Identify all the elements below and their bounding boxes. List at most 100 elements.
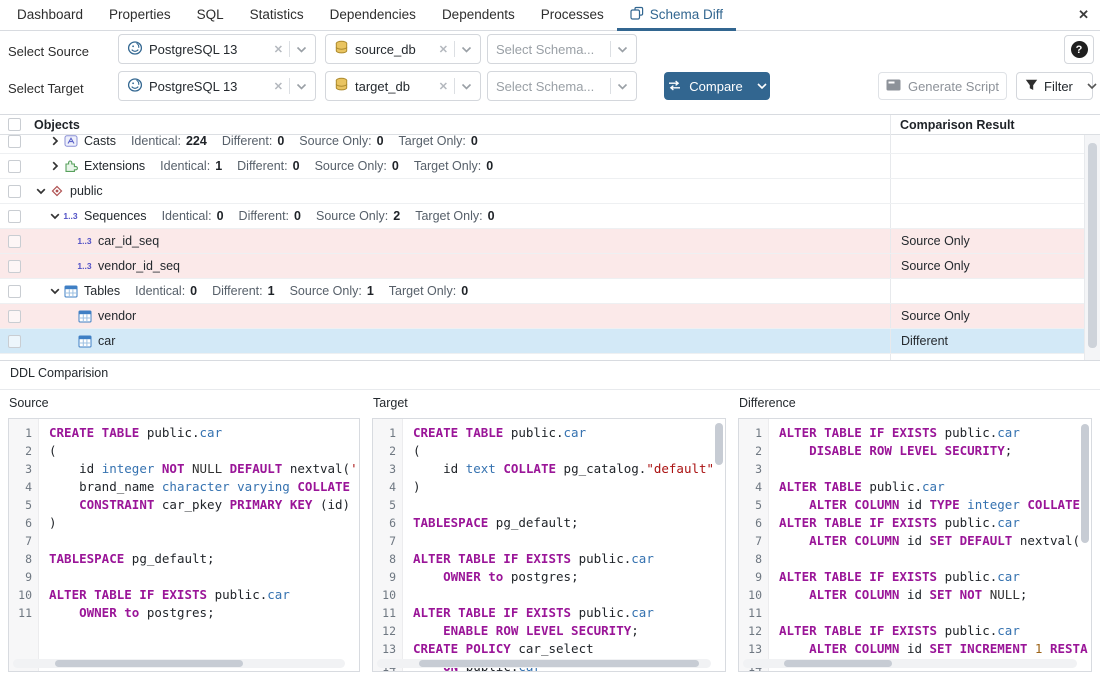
source-ddl-editor[interactable]: 1234567891011CREATE TABLE public.car( id…	[8, 418, 360, 672]
chevron-down-icon[interactable]	[461, 83, 472, 90]
code-line	[779, 460, 1091, 478]
collapse-arrow-icon[interactable]	[48, 288, 62, 295]
divider	[610, 41, 611, 57]
tab-properties[interactable]: Properties	[96, 0, 184, 31]
row-checkbox[interactable]	[8, 335, 21, 348]
row-checkbox[interactable]	[8, 210, 21, 223]
tab-dependents[interactable]: Dependents	[429, 0, 528, 31]
vertical-scrollbar[interactable]	[715, 421, 723, 657]
tab-sql[interactable]: SQL	[184, 0, 237, 31]
chevron-down-icon[interactable]	[1087, 83, 1097, 89]
object-row-tables[interactable]: TablesIdentical:0Different:1Source Only:…	[0, 279, 1084, 304]
object-row-public[interactable]: public	[0, 179, 1084, 204]
select-all-checkbox[interactable]	[8, 118, 21, 131]
comparison-result-column-header: Comparison Result	[900, 118, 1015, 132]
vertical-scrollbar[interactable]	[1081, 421, 1089, 657]
row-checkbox-cell	[0, 229, 28, 253]
compare-arrows-icon	[667, 79, 682, 94]
expand-arrow-icon[interactable]	[48, 161, 62, 171]
tab-dependencies[interactable]: Dependencies	[317, 0, 429, 31]
chevron-down-icon[interactable]	[461, 46, 472, 53]
row-objects-cell: 1..3vendor_id_seq	[28, 254, 890, 278]
expand-arrow-icon[interactable]	[48, 136, 62, 146]
horizontal-scrollbar[interactable]	[377, 659, 711, 668]
code-line: ALTER TABLE IF EXISTS public.car	[413, 550, 725, 568]
target-schema-select[interactable]: Select Schema...	[487, 71, 637, 101]
vertical-scrollbar-thumb[interactable]	[715, 423, 723, 465]
source-server-select[interactable]: PostgreSQL 13 ✕	[118, 34, 316, 64]
horizontal-scrollbar-thumb[interactable]	[419, 660, 699, 667]
object-row-vendor_id_seq[interactable]: 1..3vendor_id_seqSource Only	[0, 254, 1084, 279]
chevron-down-icon[interactable]	[757, 83, 767, 89]
close-panel-icon[interactable]: ✕	[1078, 7, 1089, 23]
object-row-car[interactable]: car Different	[0, 329, 1084, 354]
row-checkbox[interactable]	[8, 285, 21, 298]
horizontal-scrollbar[interactable]	[13, 659, 345, 668]
code-line	[413, 532, 725, 550]
ddl-comparison-title: DDL Comparision	[10, 366, 108, 380]
object-label: car	[98, 334, 115, 348]
object-label: public	[70, 184, 103, 198]
code-line	[49, 568, 359, 586]
source-schema-select[interactable]: Select Schema...	[487, 34, 637, 64]
count-label: Identical:	[162, 209, 212, 223]
code-line: ALTER COLUMN id SET INCREMENT 1 RESTA	[779, 640, 1091, 658]
row-checkbox[interactable]	[8, 260, 21, 273]
row-result-cell: Different	[890, 329, 1084, 353]
clear-target-database-icon[interactable]: ✕	[439, 80, 448, 93]
vertical-scrollbar-thumb[interactable]	[1081, 424, 1089, 543]
target-database-select[interactable]: target_db ✕	[325, 71, 481, 101]
help-button[interactable]: ?	[1064, 35, 1094, 64]
compare-button[interactable]: Compare	[664, 72, 770, 100]
clear-source-server-icon[interactable]: ✕	[274, 43, 283, 56]
difference-ddl-editor[interactable]: 1234567891011121314ALTER TABLE IF EXISTS…	[738, 418, 1092, 672]
row-checkbox[interactable]	[8, 235, 21, 248]
line-number-gutter: 1234567891011	[9, 419, 39, 671]
divider	[289, 41, 290, 57]
generate-script-button[interactable]: Generate Script	[878, 72, 1007, 100]
code-line: (	[413, 442, 725, 460]
horizontal-scrollbar[interactable]	[743, 659, 1077, 668]
code-line: ALTER TABLE IF EXISTS public.car	[779, 568, 1091, 586]
target-server-select[interactable]: PostgreSQL 13 ✕	[118, 71, 316, 101]
collapse-arrow-icon[interactable]	[34, 188, 48, 195]
tab-label: Dashboard	[17, 7, 83, 22]
object-row-vendor[interactable]: vendorSource Only	[0, 304, 1084, 329]
object-label: Sequences	[84, 209, 147, 223]
object-row-sequences[interactable]: 1..3SequencesIdentical:0Different:0Sourc…	[0, 204, 1084, 229]
object-row-car_id_seq[interactable]: 1..3car_id_seqSource Only	[0, 229, 1084, 254]
target-database-value: target_db	[355, 79, 410, 94]
filter-button[interactable]: Filter	[1016, 72, 1093, 100]
chevron-down-icon[interactable]	[617, 83, 628, 90]
object-row-casts[interactable]: CastsIdentical:224Different:0Source Only…	[0, 135, 1084, 154]
collapse-arrow-icon[interactable]	[48, 213, 62, 220]
comparison-results-grid: Objects Comparison Result CastsIdentical…	[0, 114, 1100, 361]
tab-statistics[interactable]: Statistics	[237, 0, 317, 31]
tab-processes[interactable]: Processes	[528, 0, 617, 31]
grid-scrollbar-thumb[interactable]	[1088, 143, 1097, 348]
row-checkbox[interactable]	[8, 160, 21, 173]
chevron-down-icon[interactable]	[296, 46, 307, 53]
target-ddl-editor[interactable]: 1234567891011121314CREATE TABLE public.c…	[372, 418, 726, 672]
source-database-select[interactable]: source_db ✕	[325, 34, 481, 64]
clear-source-database-icon[interactable]: ✕	[439, 43, 448, 56]
clear-target-server-icon[interactable]: ✕	[274, 80, 283, 93]
tab-schema-diff[interactable]: Schema Diff	[617, 0, 736, 31]
horizontal-scrollbar-thumb[interactable]	[55, 660, 243, 667]
row-result-cell	[890, 154, 1084, 178]
row-checkbox[interactable]	[8, 135, 21, 148]
horizontal-scrollbar-thumb[interactable]	[784, 660, 892, 667]
filter-funnel-icon	[1025, 79, 1038, 94]
code-line: )	[49, 514, 359, 532]
chevron-down-icon[interactable]	[617, 46, 628, 53]
object-label: vendor	[98, 309, 136, 323]
count-label: Source Only:	[290, 284, 362, 298]
grid-vertical-scrollbar[interactable]	[1084, 135, 1100, 360]
row-checkbox[interactable]	[8, 310, 21, 323]
row-checkbox[interactable]	[8, 185, 21, 198]
tab-dashboard[interactable]: Dashboard	[4, 0, 96, 31]
chevron-down-icon[interactable]	[296, 83, 307, 90]
sequence-icon: 1..3	[62, 211, 79, 221]
object-row-extensions[interactable]: ExtensionsIdentical:1Different:0Source O…	[0, 154, 1084, 179]
count-value: 0	[486, 159, 493, 173]
